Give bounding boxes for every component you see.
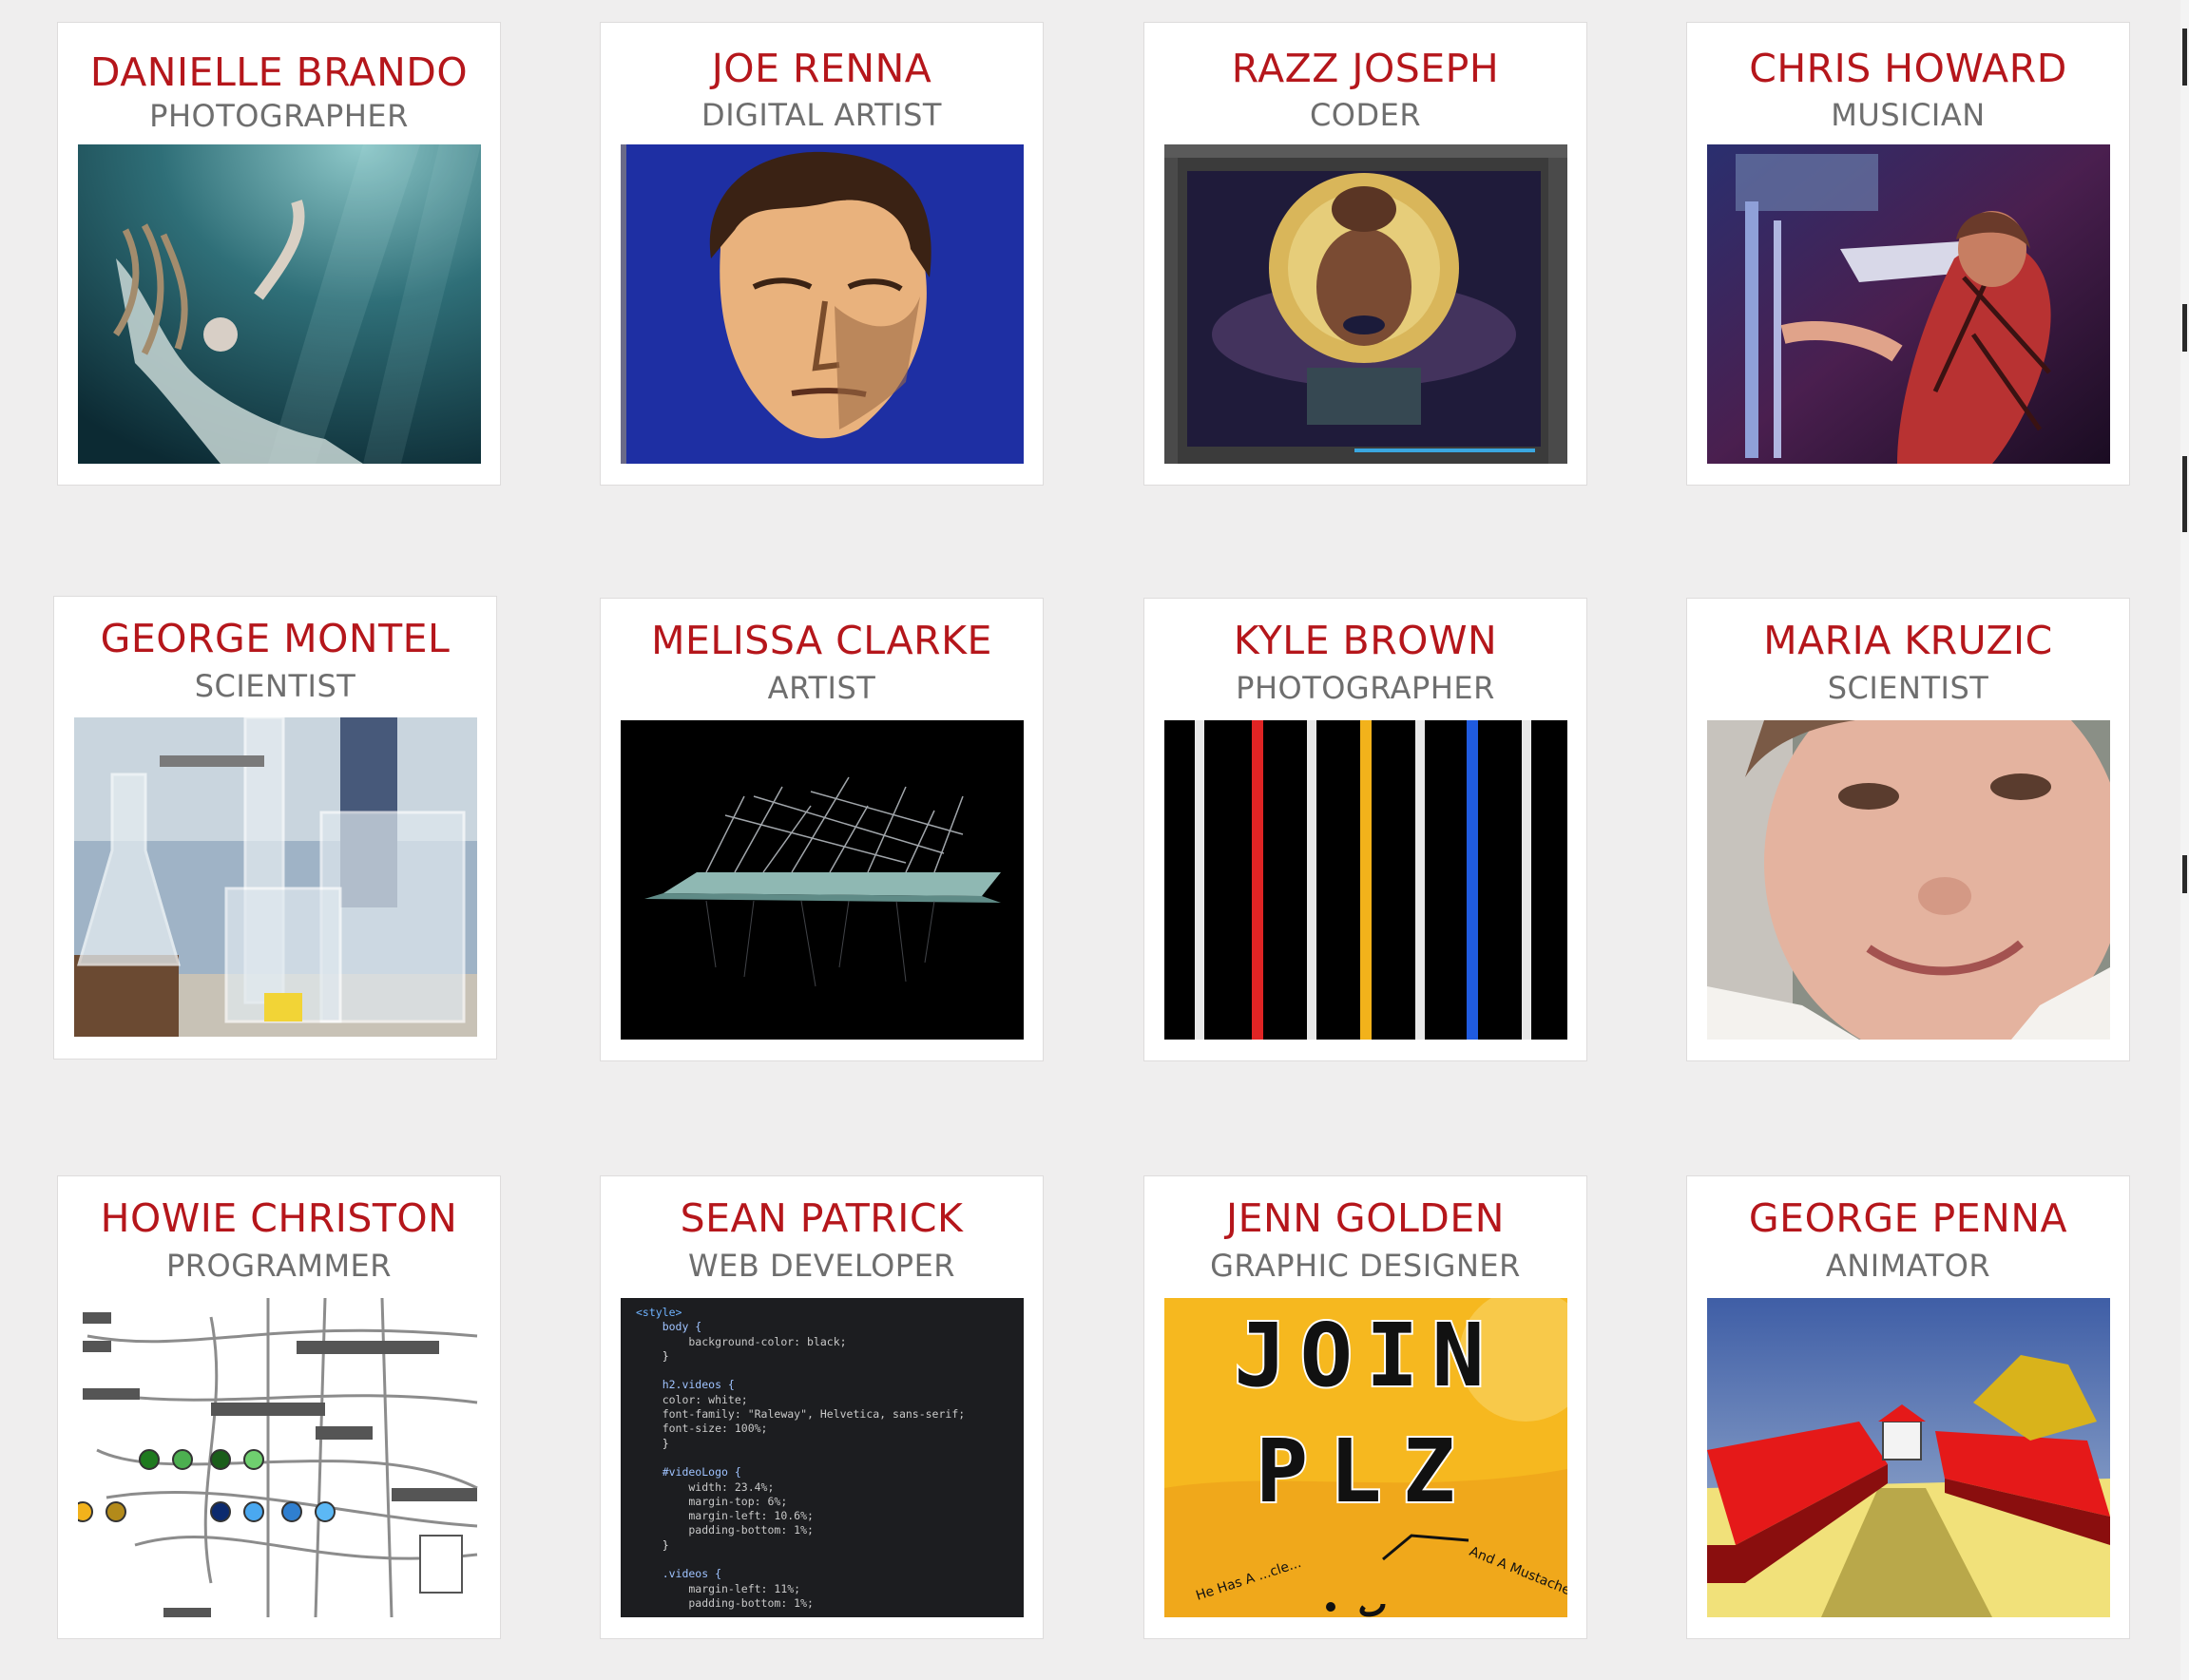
profile-name: CHRIS HOWARD [1749, 46, 2067, 91]
profile-name: RAZZ JOSEPH [1231, 46, 1500, 91]
code-line: padding-bottom: 1%; [636, 1523, 814, 1537]
code-line: #videoLogo { [636, 1465, 741, 1480]
profile-role: DIGITAL ARTIST [701, 97, 942, 133]
profile-card-maria-kruzic[interactable]: MARIA KRUZIC SCIENTIST [1686, 598, 2130, 1061]
profile-photo-colored-stripes[interactable] [1164, 720, 1567, 1040]
code-line: color: white; [636, 1392, 748, 1406]
profile-card-george-penna[interactable]: GEORGE PENNA ANIMATOR [1686, 1175, 2130, 1639]
profile-role: WEB DEVELOPER [687, 1248, 956, 1284]
profile-photo-lab-glassware[interactable] [74, 717, 477, 1037]
code-line: .videos { [636, 1567, 722, 1581]
code-line: margin-left: 11%; [636, 1581, 801, 1595]
poster-line-2: PLZ [1256, 1421, 1476, 1522]
profile-name: KYLE BROWN [1233, 618, 1498, 663]
profile-name: DANIELLE BRANDO [89, 49, 469, 95]
profile-card-melissa-clarke[interactable]: MELISSA CLARKE ARTIST [600, 598, 1044, 1061]
profile-card-kyle-brown[interactable]: KYLE BROWN PHOTOGRAPHER [1143, 598, 1587, 1061]
profile-role: SCIENTIST [1827, 670, 1989, 706]
profile-card-howie-christon[interactable]: HOWIE CHRISTON PROGRAMMER [57, 1175, 501, 1639]
profile-photo-code-editor[interactable]: <style> body { background-color: black; … [621, 1298, 1024, 1617]
right-edge-strip [2180, 0, 2189, 1680]
code-line: } [636, 1436, 669, 1450]
code-line: margin-top: 6%; [636, 1494, 788, 1508]
code-line: h2.videos { [636, 1378, 735, 1392]
profile-role: ANIMATOR [1825, 1248, 1991, 1284]
profile-role: GRAPHIC DESIGNER [1210, 1248, 1521, 1284]
profile-name: JOE RENNA [711, 46, 932, 91]
profile-name: JENN GOLDEN [1226, 1195, 1505, 1241]
profile-photo-3d-scene[interactable] [1707, 1298, 2110, 1617]
profile-photo-portrait-illustration[interactable] [621, 144, 1024, 464]
code-line: width: 23.4%; [636, 1480, 775, 1494]
profile-photo-patch-diagram[interactable] [78, 1298, 481, 1617]
code-line: body { [636, 1320, 702, 1334]
profile-role: PROGRAMMER [165, 1248, 392, 1284]
profile-role: SCIENTIST [194, 668, 356, 704]
code-line: padding-bottom: 1%; [636, 1595, 814, 1610]
profile-photo-glass-sculpture[interactable] [621, 720, 1024, 1040]
profile-name: GEORGE MONTEL [100, 616, 451, 661]
code-line: } [636, 1537, 669, 1552]
profile-photo-musician[interactable] [1707, 144, 2110, 464]
code-line: font-family: "Raleway", Helvetica, sans-… [636, 1407, 966, 1422]
code-line: margin-left: 10.6%; [636, 1509, 814, 1523]
profile-card-george-montel[interactable]: GEORGE MONTEL SCIENTIST [53, 596, 497, 1060]
profile-photo-underwater[interactable] [78, 144, 481, 464]
profile-photo-selfie[interactable] [1707, 720, 2110, 1040]
profile-photo-join-poster[interactable]: JOIN PLZ He Has A ...cle... And A Mustac… [1164, 1298, 1567, 1617]
profile-card-joe-renna[interactable]: JOE RENNA DIGITAL ARTIST [600, 22, 1044, 486]
profile-role: CODER [1309, 97, 1422, 133]
profile-name: SEAN PATRICK [680, 1195, 964, 1241]
code-line: background-color: black; [636, 1334, 847, 1348]
code-line: <style> [636, 1306, 682, 1319]
profile-name: MARIA KRUZIC [1763, 618, 2053, 663]
code-line: } [636, 1348, 669, 1363]
profile-role: PHOTOGRAPHER [149, 98, 409, 134]
profile-name: HOWIE CHRISTON [100, 1195, 458, 1241]
code-snippet: <style> body { background-color: black; … [621, 1298, 1024, 1611]
code-line: font-size: 100%; [636, 1422, 768, 1436]
poster-line-1: JOIN [1234, 1305, 1498, 1406]
profile-name: MELISSA CLARKE [651, 618, 992, 663]
profile-card-razz-joseph[interactable]: RAZZ JOSEPH CODER [1143, 22, 1587, 486]
profile-name: GEORGE PENNA [1748, 1195, 2068, 1241]
profile-card-danielle-brando[interactable]: DANIELLE BRANDO PHOTOGRAPHER [57, 22, 501, 486]
profile-role: PHOTOGRAPHER [1236, 670, 1495, 706]
profile-photo-painting-software[interactable] [1164, 144, 1567, 464]
profile-card-sean-patrick[interactable]: SEAN PATRICK WEB DEVELOPER <style> body … [600, 1175, 1044, 1639]
profile-role: ARTIST [767, 670, 876, 706]
profile-role: MUSICIAN [1831, 97, 1986, 133]
profile-card-jenn-golden[interactable]: JENN GOLDEN GRAPHIC DESIGNER JOIN PLZ He… [1143, 1175, 1587, 1639]
profile-card-chris-howard[interactable]: CHRIS HOWARD MUSICIAN [1686, 22, 2130, 486]
